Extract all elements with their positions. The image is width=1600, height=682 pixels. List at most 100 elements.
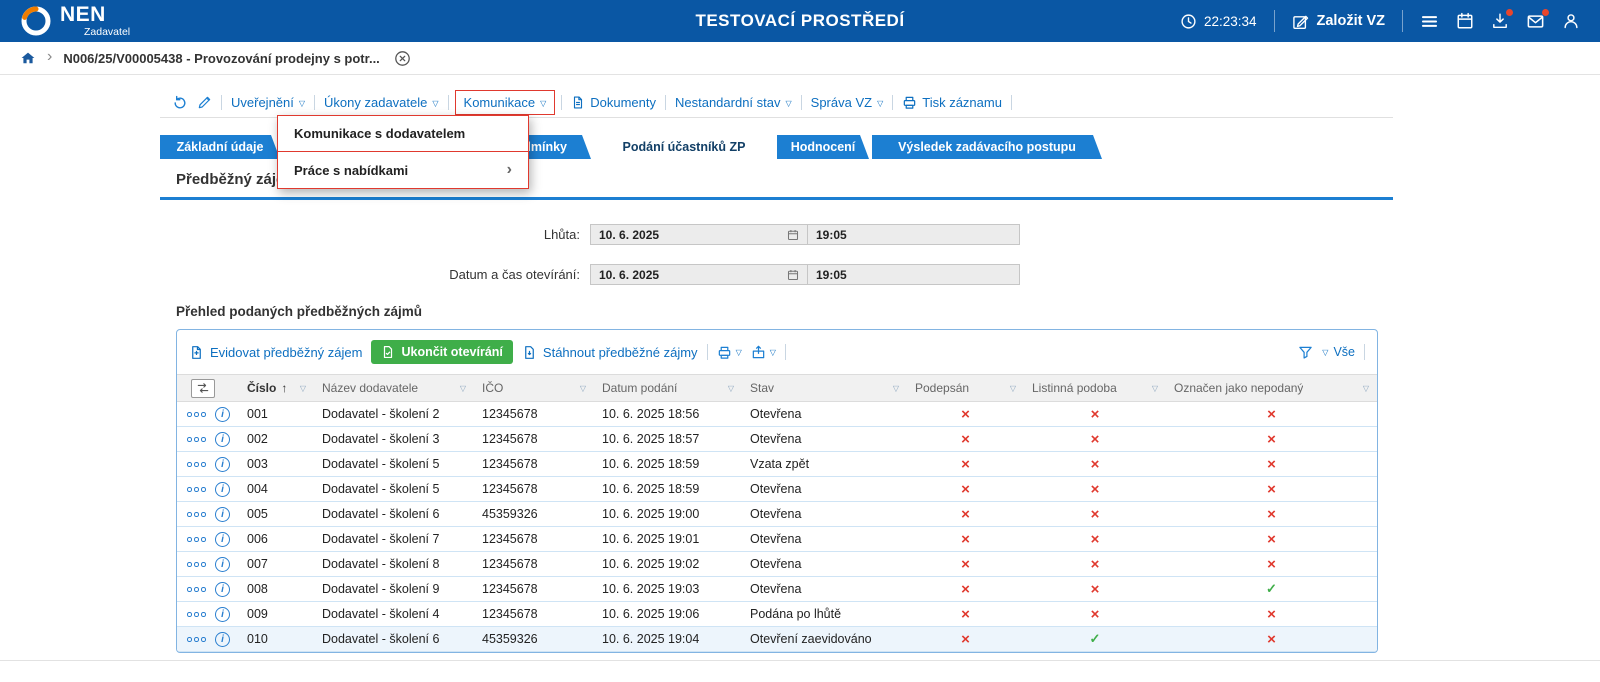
column-header-listinna-podoba[interactable]: Listinná podoba ▽ [1024, 374, 1166, 402]
row-menu-icon[interactable] [187, 487, 206, 492]
ukoncit-otevirani-button[interactable]: Ukončit otevírání [371, 340, 513, 364]
document-check-icon [381, 345, 395, 359]
table-row[interactable]: i 003 Dodavatel - školení 5 12345678 10. 6. … [177, 451, 1377, 477]
column-header-datum-podani[interactable]: Datum podání ▽ [594, 374, 742, 402]
cell-cislo: 003 [239, 451, 314, 477]
menu-uverejneni[interactable]: Uveřejnění ▽ [231, 95, 305, 110]
column-header-cislo[interactable]: Číslo ↑ ▽ [239, 374, 314, 402]
row-menu-icon[interactable] [187, 562, 206, 567]
edit-icon[interactable] [197, 95, 212, 110]
info-icon[interactable]: i [215, 506, 230, 522]
column-filter-icon[interactable]: ▽ [300, 384, 306, 393]
history-icon[interactable] [172, 95, 188, 111]
info-icon[interactable]: i [215, 481, 230, 497]
lhuta-time-input[interactable]: 19:05 [808, 224, 1020, 245]
stahnout-button[interactable]: Stáhnout předběžné zájmy [522, 345, 698, 360]
menu-sprava-vz[interactable]: Správa VZ ▽ [811, 95, 884, 110]
filter-vse-dropdown[interactable]: ▽ Vše [1322, 345, 1355, 359]
row-menu-icon[interactable] [187, 637, 206, 642]
row-menu-icon[interactable] [187, 612, 206, 617]
content-area: Uveřejnění ▽ Úkony zadavatele ▽ Komunika… [160, 75, 1393, 653]
table-row[interactable]: i 010 Dodavatel - školení 6 45359326 10. 6. … [177, 626, 1377, 652]
info-icon[interactable]: i [215, 556, 230, 572]
info-icon[interactable]: i [215, 606, 230, 622]
table-row[interactable]: i 008 Dodavatel - školení 9 12345678 10. 6. … [177, 576, 1377, 602]
cell-cislo: 009 [239, 601, 314, 627]
tab-vysledek-zadavaciho-postupu[interactable]: Výsledek zadávacího postupu [872, 135, 1102, 159]
breadcrumb-item[interactable]: N006/25/V00005438 - Provozování prodejny… [63, 51, 379, 66]
cell-cislo: 007 [239, 551, 314, 577]
lhuta-date-input[interactable]: 10. 6. 2025 [590, 224, 808, 245]
row-menu-icon[interactable] [187, 537, 206, 542]
info-icon[interactable]: i [215, 631, 230, 647]
column-header-ico[interactable]: IČO ▽ [474, 374, 594, 402]
cell-oznacen-jako-nepodany: × [1166, 476, 1377, 502]
menu-item-prace-s-nabidkami[interactable]: Práce s nabídkami › [278, 152, 528, 188]
evidovat-button[interactable]: Evidovat předběžný zájem [189, 345, 362, 360]
column-header-nazev[interactable]: Název dodavatele ▽ [314, 374, 474, 402]
column-settings-icon[interactable] [191, 378, 215, 398]
column-filter-icon[interactable]: ▽ [1152, 384, 1158, 393]
info-icon[interactable]: i [215, 431, 230, 447]
table-header-row: Číslo ↑ ▽ Název dodavatele ▽ IČO ▽ Datum po… [177, 374, 1377, 402]
menu-dokumenty-label: Dokumenty [590, 95, 656, 110]
breadcrumb-close-icon[interactable] [394, 50, 411, 67]
filter-icon[interactable] [1298, 345, 1313, 360]
table-row[interactable]: i 001 Dodavatel - školení 2 12345678 10. 6. … [177, 401, 1377, 427]
column-filter-icon[interactable]: ▽ [728, 384, 734, 393]
dropdown-arrow-icon: ▽ [298, 98, 306, 108]
menu-tisk-zaznamu[interactable]: Tisk záznamu [902, 95, 1002, 110]
download-icon[interactable] [1491, 9, 1513, 30]
tab-hodnoceni[interactable]: Hodnocení [777, 135, 869, 159]
column-header-podepsan[interactable]: Podepsán ▽ [907, 374, 1024, 402]
cell-row-menu [177, 426, 207, 452]
dropdown-arrow-icon: ▽ [877, 98, 884, 108]
menu-dokumenty[interactable]: Dokumenty [571, 95, 656, 110]
print-table-icon[interactable]: ▽ [717, 345, 742, 360]
user-icon[interactable] [1562, 12, 1580, 30]
cell-listinna-podoba: × [1024, 501, 1166, 527]
menu-ukony-zadavatele[interactable]: Úkony zadavatele ▽ [324, 95, 439, 110]
cell-row-menu [177, 401, 207, 427]
home-icon[interactable] [20, 50, 36, 66]
column-header-stav[interactable]: Stav ▽ [742, 374, 907, 402]
info-icon[interactable]: i [215, 581, 230, 597]
column-filter-icon[interactable]: ▽ [580, 384, 586, 393]
tab-podani-ucastniku-zp[interactable]: Podání účastníků ZP [594, 135, 774, 159]
row-menu-icon[interactable] [187, 412, 206, 417]
row-menu-icon[interactable] [187, 437, 206, 442]
row-menu-icon[interactable] [187, 587, 206, 592]
otevirani-date-input[interactable]: 10. 6. 2025 [590, 264, 808, 285]
column-filter-icon[interactable]: ▽ [1010, 384, 1016, 393]
column-filter-icon[interactable]: ▽ [460, 384, 466, 393]
column-header-oznacen-jako-nepodany[interactable]: Označen jako nepodaný ▽ [1166, 374, 1377, 402]
separator [221, 95, 222, 110]
menu-item-komunikace-s-dodavatelem[interactable]: Komunikace s dodavatelem [278, 116, 528, 152]
table-row[interactable]: i 009 Dodavatel - školení 4 12345678 10. 6. … [177, 601, 1377, 627]
row-menu-icon[interactable] [187, 462, 206, 467]
table-row[interactable]: i 004 Dodavatel - školení 5 12345678 10. 6. … [177, 476, 1377, 502]
column-filter-icon[interactable]: ▽ [893, 384, 899, 393]
cross-icon: × [961, 580, 970, 598]
menu-nestandardni-stav[interactable]: Nestandardní stav ▽ [675, 95, 792, 110]
table-row[interactable]: i 005 Dodavatel - školení 6 45359326 10. 6. … [177, 501, 1377, 527]
info-icon[interactable]: i [215, 456, 230, 472]
nen-brand[interactable]: NEN Zadavatel [20, 4, 130, 38]
export-icon[interactable]: ▽ [751, 345, 776, 360]
info-icon[interactable]: i [215, 406, 230, 422]
table-row[interactable]: i 002 Dodavatel - školení 3 12345678 10. 6. … [177, 426, 1377, 452]
table-row[interactable]: i 006 Dodavatel - školení 7 12345678 10. 6. … [177, 526, 1377, 552]
mail-icon[interactable] [1526, 8, 1549, 31]
otevirani-time-input[interactable]: 19:05 [808, 264, 1020, 285]
tab-zakladni-udaje[interactable]: Základní údaje [160, 135, 280, 159]
cell-podepsan: × [907, 426, 1024, 452]
row-menu-icon[interactable] [187, 512, 206, 517]
info-icon[interactable]: i [215, 531, 230, 547]
menu-komunikace[interactable]: Komunikace ▽ [454, 90, 556, 115]
calendar-icon[interactable] [1456, 12, 1474, 30]
column-filter-icon[interactable]: ▽ [1363, 384, 1369, 393]
menu-icon[interactable] [1420, 12, 1439, 31]
create-vz-button[interactable]: Založit VZ [1292, 13, 1385, 30]
table-row[interactable]: i 007 Dodavatel - školení 8 12345678 10. 6. … [177, 551, 1377, 577]
cell-listinna-podoba: × [1024, 551, 1166, 577]
